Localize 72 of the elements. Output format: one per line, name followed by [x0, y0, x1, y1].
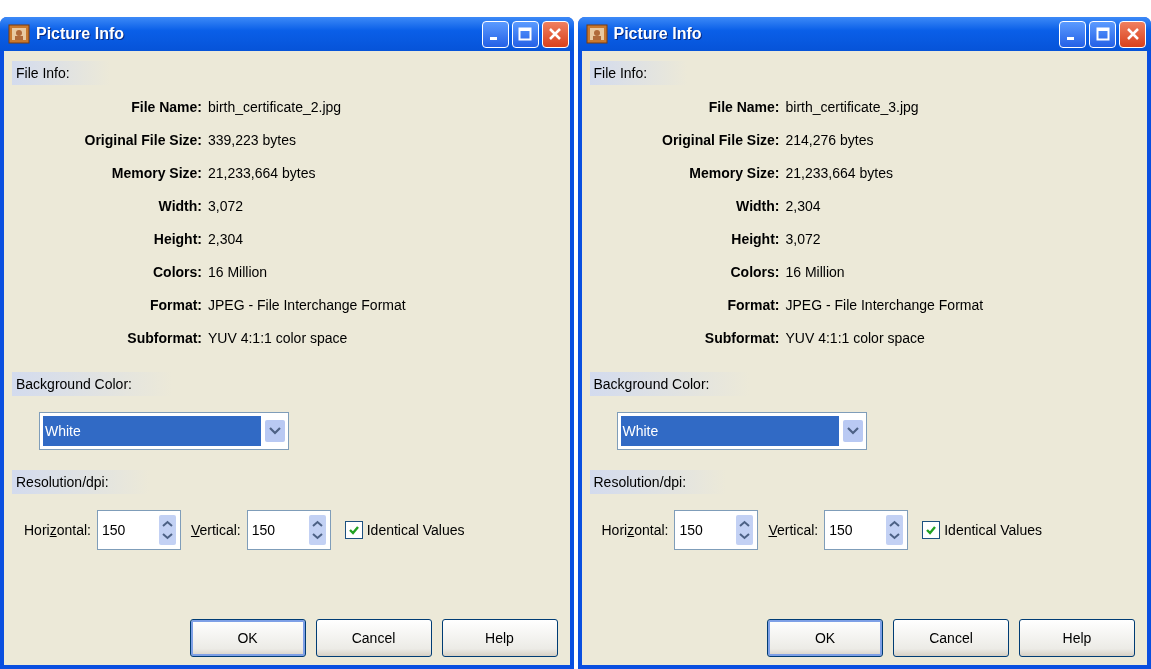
minimize-button[interactable]: [1059, 20, 1086, 48]
info-value: 21,233,664 bytes: [785, 165, 894, 181]
maximize-button[interactable]: [511, 20, 539, 48]
maximize-button[interactable]: [1089, 20, 1116, 48]
info-value: YUV 4:1:1 color space: [208, 330, 349, 346]
info-value: 3,072: [208, 198, 245, 214]
info-value: YUV 4:1:1 color space: [785, 330, 926, 346]
minimize-icon: [489, 36, 497, 40]
dialog-button[interactable]: Help: [441, 619, 558, 657]
info-value: birth_certificate_3.jpg: [785, 99, 920, 115]
info-value: birth_certificate_2.jpg: [208, 99, 343, 115]
info-label: Height:: [730, 231, 780, 247]
minimize-button[interactable]: [481, 20, 509, 48]
close-button[interactable]: [1119, 20, 1146, 48]
dialog-button[interactable]: Cancel: [315, 619, 432, 657]
info-label: Subformat:: [126, 330, 202, 346]
chevron-down-icon: [842, 420, 863, 442]
info-label: Memory Size:: [688, 165, 780, 181]
info-label: Width:: [157, 198, 202, 214]
info-label: File Name:: [130, 99, 202, 115]
color-dropdown[interactable]: White: [39, 412, 289, 450]
spinner-label: Vertical:: [768, 522, 819, 538]
spinner-label: Horizontal:: [24, 522, 91, 538]
info-label: Format:: [726, 297, 780, 313]
info-label: Original File Size:: [661, 132, 780, 148]
minimize-icon: [1067, 36, 1074, 40]
up-down-arrows-icon: [158, 515, 176, 545]
dialog-button[interactable]: Cancel: [893, 619, 1009, 657]
identical-values-checkbox[interactable]: Identical Values: [344, 521, 465, 539]
number-spinner[interactable]: 150: [96, 510, 181, 550]
window-title: Picture Info: [36, 25, 125, 43]
maximize-icon: [518, 27, 532, 41]
info-value: JPEG - File Interchange Format: [208, 297, 406, 313]
info-label: Height:: [152, 231, 202, 247]
info-label: Width:: [735, 198, 780, 214]
close-icon: [1125, 27, 1140, 41]
dialog-button[interactable]: OK: [767, 619, 883, 657]
maximize-icon: [1095, 27, 1110, 41]
identical-values-checkbox[interactable]: Identical Values: [922, 521, 1043, 539]
info-label: Colors:: [729, 264, 780, 280]
up-down-arrows-icon: [886, 515, 904, 545]
info-value: 3,072: [785, 231, 822, 247]
info-value: 339,223 bytes: [208, 132, 297, 148]
up-down-arrows-icon: [308, 515, 326, 545]
close-button[interactable]: [541, 20, 569, 48]
color-dropdown[interactable]: White: [616, 412, 867, 450]
info-value: 214,276 bytes: [785, 132, 875, 148]
info-value: 16 Million: [208, 264, 269, 280]
info-value: 2,304: [785, 198, 822, 214]
up-down-arrows-icon: [736, 515, 754, 545]
info-value: 21,233,664 bytes: [208, 165, 317, 181]
info-label: Original File Size:: [83, 132, 202, 148]
info-label: File Name:: [707, 99, 780, 115]
number-spinner[interactable]: 150: [674, 510, 759, 550]
info-label: Format:: [148, 297, 202, 313]
close-icon: [548, 27, 562, 41]
chevron-down-icon: [265, 420, 285, 442]
info-value: 16 Million: [785, 264, 846, 280]
info-value: JPEG - File Interchange Format: [785, 297, 984, 313]
dialog-button[interactable]: Help: [1019, 619, 1135, 657]
info-label: Memory Size:: [110, 165, 202, 181]
info-label: Colors:: [152, 264, 202, 280]
info-value: 2,304: [208, 231, 245, 247]
spinner-label: Horizontal:: [601, 522, 669, 538]
dialog-button[interactable]: OK: [189, 619, 306, 657]
picture-frame-icon: [585, 24, 608, 44]
info-label: Subformat:: [703, 330, 780, 346]
number-spinner[interactable]: 150: [824, 510, 909, 550]
picture-frame-icon: [8, 24, 30, 44]
number-spinner[interactable]: 150: [246, 510, 331, 550]
spinner-label: Vertical:: [190, 522, 241, 538]
window-title: Picture Info: [613, 25, 703, 43]
